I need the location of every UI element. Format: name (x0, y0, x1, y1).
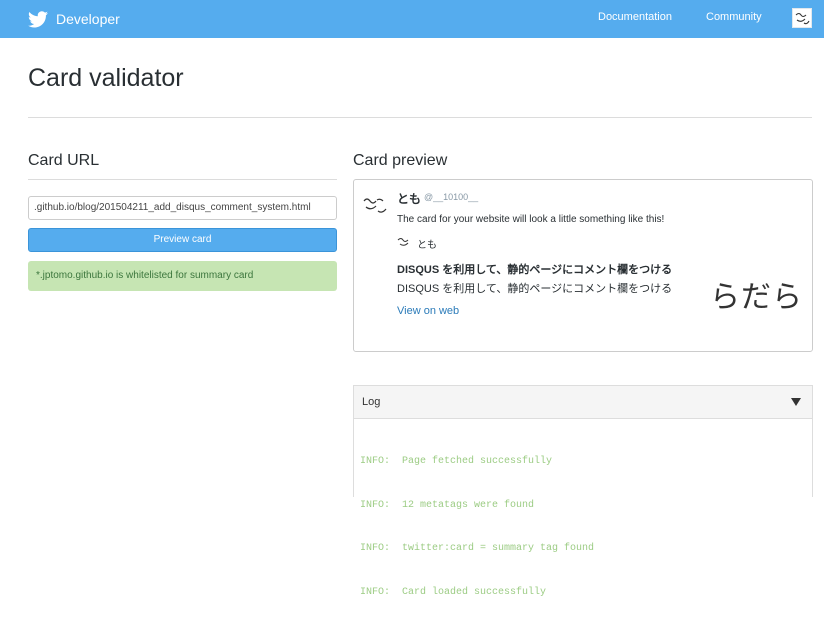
top-navbar: Developer Documentation Community (0, 0, 824, 38)
log-panel-header[interactable]: Log (354, 386, 812, 419)
log-line: INFO: Card loaded successfully (360, 586, 547, 598)
card-site-name: とも (417, 240, 437, 251)
nav-documentation-link[interactable]: Documentation (598, 11, 672, 23)
log-line: INFO: twitter:card = summary tag found (360, 543, 595, 554)
card-url-divider (28, 179, 337, 180)
user-avatar[interactable] (792, 8, 812, 28)
card-preview-box: とも @__10100__ The card for your website … (353, 179, 813, 352)
author-name: とも (397, 192, 422, 206)
whitelist-success-alert: *.jptomo.github.io is whitelisted for su… (28, 261, 337, 291)
handwritten-avatar-icon (795, 12, 810, 25)
site-handwritten-icon (397, 238, 409, 246)
caret-down-icon[interactable] (791, 398, 801, 406)
log-line: INFO: Page fetched successfully (360, 456, 553, 467)
card-url-input-value: .github.io/blog/201504211_add_disqus_com… (34, 202, 311, 213)
preview-card-button[interactable]: Preview card (28, 228, 337, 252)
title-divider (28, 117, 812, 118)
card-url-input[interactable]: .github.io/blog/201504211_add_disqus_com… (28, 196, 337, 220)
view-on-web-link[interactable]: View on web (397, 305, 459, 317)
card-thumbnail-image: らだら (710, 280, 803, 315)
page-title: Card validator (28, 64, 184, 92)
brand-text: Developer (56, 11, 120, 27)
card-title: DISQUS を利用して、静的ページにコメント欄をつける (397, 264, 673, 276)
author-avatar (363, 198, 387, 213)
log-title: Log (362, 396, 381, 408)
log-panel: Log INFO: Page fetched successfully INFO… (353, 385, 813, 598)
tweet-text: The card for your website will look a li… (397, 214, 665, 225)
log-line: INFO: 12 metatags were found (360, 499, 535, 511)
twitter-bird-icon (28, 10, 48, 27)
card-preview-section-title: Card preview (353, 152, 448, 169)
log-lines: INFO: Page fetched successfully INFO: 12… (360, 426, 594, 629)
author-handle: @__10100__ (424, 192, 479, 202)
card-description: DISQUS を利用して、静的ページにコメント欄をつける (397, 283, 673, 295)
nav-community-link[interactable]: Community (706, 11, 762, 23)
card-url-section-title: Card URL (28, 152, 100, 169)
brand-link[interactable]: Developer (28, 8, 120, 30)
